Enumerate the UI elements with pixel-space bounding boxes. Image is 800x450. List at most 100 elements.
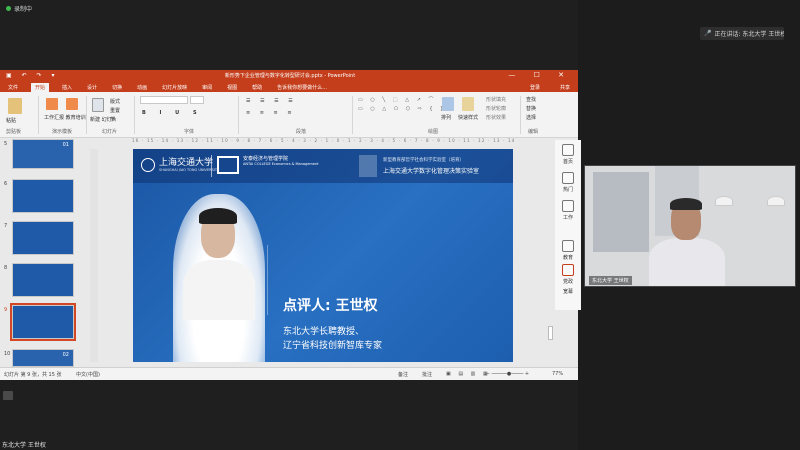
font-size-field[interactable] xyxy=(190,96,204,104)
workbench-icon[interactable] xyxy=(46,98,58,110)
notes-button[interactable]: 备注 xyxy=(398,371,408,378)
ppt-statusbar: 幻灯片 第 9 张，共 15 张 中文(中国) 备注 批注 ▣ ▤ ▥ ▦ − … xyxy=(0,367,578,380)
paragraph-buttons[interactable]: ☰ ☰ ☰ ☰ xyxy=(246,98,297,104)
tab-review[interactable]: 审阅 xyxy=(200,84,214,91)
thumb-number: 8 xyxy=(4,265,8,271)
ribbon-tabs: 文件 开始 插入 设计 切换 动画 幻灯片放映 审阅 视图 帮助 告诉我你想要做… xyxy=(0,82,578,92)
paste-icon[interactable] xyxy=(8,98,22,114)
tab-home[interactable]: 开始 xyxy=(31,82,50,92)
zoom-level[interactable]: 77% xyxy=(552,371,563,377)
reviewer-line-1: 东北大学长聘教授、 xyxy=(283,327,365,337)
workbench-button[interactable]: 工作汇报 教育培训 xyxy=(44,114,86,121)
lab-logo-icon xyxy=(359,155,377,177)
slide-scrollbar[interactable] xyxy=(548,326,553,340)
reviewer-line-2: 辽宁省科技创新智库专家 xyxy=(283,341,383,351)
horizontal-ruler: 16 · 15 · 14 · 13 · 12 · 11 · 10 · 9 · 8… xyxy=(132,138,518,146)
current-slide[interactable]: 上海交通大学 SHANGHAI JIAO TONG UNIVERSITY 安泰经… xyxy=(133,149,513,362)
education-icon[interactable] xyxy=(66,98,78,110)
vertical-ruler xyxy=(90,149,98,362)
slides-group-label: 幻灯片 xyxy=(102,129,118,135)
slide-thumbnails: 5 01 6 7 8 9 10 02 xyxy=(0,139,86,367)
reset-button[interactable]: 重置 xyxy=(110,107,120,114)
quick-styles-icon[interactable] xyxy=(462,97,474,111)
search-hint[interactable]: 告诉我你想要做什么... xyxy=(275,84,329,91)
thumb-number: 7 xyxy=(4,223,8,229)
tab-transitions[interactable]: 切换 xyxy=(110,84,124,91)
find-button[interactable]: 查找 xyxy=(526,96,536,103)
share-button[interactable]: 共享 xyxy=(558,84,572,91)
recording-status-text: 录制中 xyxy=(14,6,33,13)
tab-slideshow[interactable]: 幻灯片放映 xyxy=(160,84,189,91)
language-indicator: 中文(中国) xyxy=(76,372,100,378)
thumbnail-8[interactable] xyxy=(12,263,74,297)
sidebar-item-widescreen[interactable]: 宽幕 xyxy=(558,288,578,295)
shape-outline-button[interactable]: 形状轮廓 xyxy=(486,105,506,112)
shape-effects-button[interactable]: 形状效果 xyxy=(486,114,506,121)
chart-icon xyxy=(562,200,574,212)
fire-icon xyxy=(562,172,574,184)
thumb-number: 5 xyxy=(4,141,8,147)
antai-english-name: ANTAI COLLEGE Economics & Management xyxy=(243,162,319,166)
sidebar-item-party[interactable]: 党政 xyxy=(558,264,578,285)
editing-group-label: 编辑 xyxy=(528,129,539,135)
thumbnail-6[interactable] xyxy=(12,179,74,213)
font-group-label: 字体 xyxy=(184,129,195,135)
tab-insert[interactable]: 插入 xyxy=(60,84,74,91)
thumb-badge: 01 xyxy=(62,142,69,148)
shape-gallery[interactable]: ▭ ○ ╲ ⬚ △ ↗ ⌒ ☆ xyxy=(358,96,448,103)
layout-button[interactable]: 版式 xyxy=(110,98,120,105)
slide-divider xyxy=(267,245,268,315)
tab-animations[interactable]: 动画 xyxy=(135,84,149,91)
section-button[interactable]: 节 xyxy=(110,116,115,123)
replace-button[interactable]: 替换 xyxy=(526,105,536,112)
active-speaker-text: 正在讲话: 东北大学 王世权 xyxy=(714,31,784,38)
quick-styles-button[interactable]: 快速样式 xyxy=(458,114,478,121)
video-participant-label: 东北大学 王世权 xyxy=(589,276,632,285)
font-name-field[interactable] xyxy=(140,96,188,104)
zoom-slider[interactable]: − ─────●──── + xyxy=(486,371,529,377)
paragraph-group-label: 段落 xyxy=(296,129,307,135)
party-icon xyxy=(562,264,574,276)
participant-icon[interactable] xyxy=(3,391,13,400)
thumbnail-9-selected[interactable] xyxy=(10,303,76,341)
reviewer-photo xyxy=(173,194,265,362)
arrange-icon[interactable] xyxy=(442,97,454,111)
shape-gallery-row2[interactable]: ▭ ○ △ ⬠ ⬡ ⇨ { } xyxy=(358,106,446,112)
antai-logo-icon xyxy=(217,156,239,174)
recording-status: 录制中 xyxy=(6,4,32,13)
sidebar-item-work[interactable]: 工作 xyxy=(558,200,578,221)
thumbnail-10[interactable]: 02 xyxy=(12,349,74,367)
ppt-titlebar: ▣ ↶ ↷ ▾ 新形势下企业管理与数字化转型研讨会.pptx - PowerPo… xyxy=(0,70,578,82)
thumbnail-7[interactable] xyxy=(12,221,74,255)
lamp-icon xyxy=(715,196,733,206)
slide-counter: 幻灯片 第 9 张，共 15 张 xyxy=(4,372,62,378)
tab-view[interactable]: 视图 xyxy=(225,84,239,91)
sidebar-item-home[interactable]: 首页 xyxy=(558,144,578,165)
webcam-video: 东北大学 王世权 xyxy=(584,165,796,287)
sidebar-item-education[interactable]: 教育 xyxy=(558,240,578,261)
select-button[interactable]: 选择 xyxy=(526,114,536,121)
active-speaker-pill: 🎤 正在讲话: 东北大学 王世权 xyxy=(700,27,784,40)
clipboard-group-label: 剪贴板 xyxy=(6,129,22,135)
drawing-group-label: 绘图 xyxy=(428,129,439,135)
tab-help[interactable]: 帮助 xyxy=(250,84,264,91)
recording-dot-icon xyxy=(6,6,11,11)
thumbnail-5[interactable]: 01 xyxy=(12,139,74,169)
view-buttons[interactable]: ▣ ▤ ▥ ▦ xyxy=(446,371,491,377)
thumb-number: 9 xyxy=(4,307,8,313)
tab-file[interactable]: 文件 xyxy=(6,84,20,91)
tab-design[interactable]: 设计 xyxy=(85,84,99,91)
new-slide-icon[interactable] xyxy=(92,98,104,112)
bottom-speaker-name: 东北大学 王世权 xyxy=(2,442,46,449)
comments-button[interactable]: 批注 xyxy=(422,371,432,378)
sjtu-logo-icon xyxy=(141,158,155,172)
paste-button[interactable]: 粘贴 xyxy=(6,117,16,124)
sidebar-item-hot[interactable]: 热门 xyxy=(558,172,578,193)
quick-access-icons[interactable]: ▣ ↶ ↷ ▾ xyxy=(6,72,58,79)
arrange-button[interactable]: 排列 xyxy=(441,114,451,121)
window-controls[interactable]: — ☐ ✕ xyxy=(508,71,572,79)
login-link[interactable]: 登录 xyxy=(528,84,542,91)
align-buttons[interactable]: ≡ ≡ ≡ ≡ xyxy=(246,110,296,116)
font-style-buttons[interactable]: B I U S xyxy=(142,110,203,116)
shape-fill-button[interactable]: 形状填充 xyxy=(486,96,506,103)
